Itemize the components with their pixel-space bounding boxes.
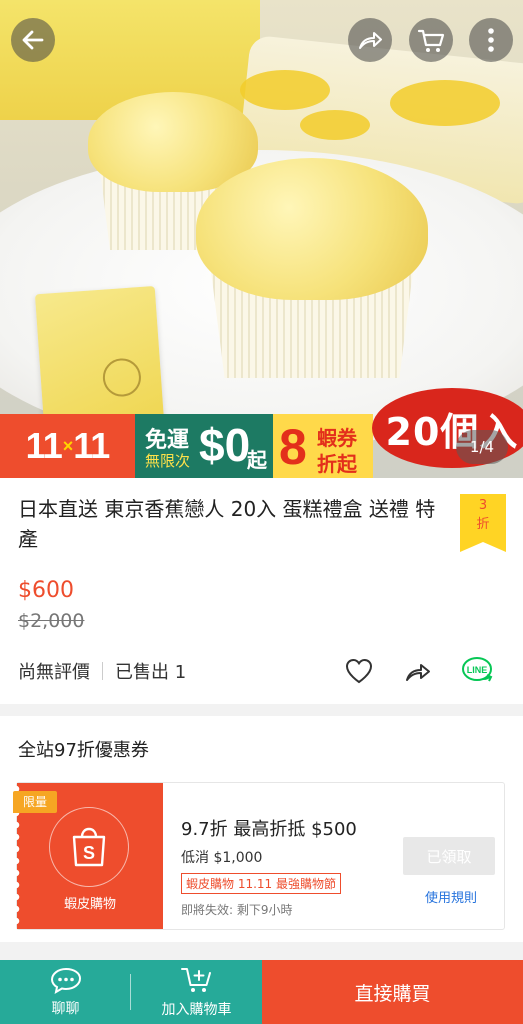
more-button[interactable]	[469, 18, 513, 62]
divider	[130, 974, 131, 1010]
bottom-left-group: 聊聊 加入購物車	[0, 960, 262, 1024]
discount-unit: 折	[476, 517, 490, 532]
svg-text:LINE: LINE	[467, 665, 488, 675]
voucher-section-title: 全站97折優惠券	[18, 740, 149, 761]
share-icon	[359, 32, 382, 49]
claimed-button[interactable]: 已領取	[403, 837, 495, 875]
bottom-action-bar: 聊聊 加入購物車 直接購買	[0, 960, 523, 1024]
voucher-card[interactable]: S 蝦皮購物 限量 9.7折 最高折抵 $500 低消 $1,000 蝦皮購物 …	[13, 782, 505, 930]
cake-image	[196, 158, 428, 380]
rating-text[interactable]: 尚無評價	[18, 658, 90, 684]
more-vertical-icon	[488, 28, 494, 52]
cart-icon	[417, 29, 445, 52]
add-cart-icon	[180, 968, 211, 992]
event-number: 11	[73, 425, 110, 466]
coupon-label: 蝦券	[317, 426, 357, 450]
share-product-button[interactable]	[401, 654, 435, 688]
product-title: 日本直送 東京香蕉戀人 20入 蛋糕禮盒 送禮 特產	[18, 497, 436, 551]
chat-label: 聊聊	[51, 1001, 80, 1017]
chat-icon	[50, 967, 81, 994]
discount-badge: 3 折	[460, 494, 506, 552]
like-button[interactable]	[342, 654, 376, 688]
voucher-expiry: 即將失效: 剩下9小時	[181, 903, 293, 917]
chat-button[interactable]: 聊聊	[0, 960, 131, 1024]
double-eleven-badge: 11 × 11	[0, 414, 135, 478]
buy-now-button[interactable]: 直接購買	[262, 960, 523, 1024]
product-image-carousel[interactable]: 11 × 11 免運 無限次 $0 起 8 蝦券 折起 20個入 1/4	[0, 0, 523, 478]
product-stats: 尚無評價 已售出 1	[18, 658, 186, 684]
coupon-discount-label: 折起	[317, 452, 357, 476]
cart-button[interactable]	[409, 18, 453, 62]
shopee-logo: S	[49, 807, 129, 887]
product-page: 11 × 11 免運 無限次 $0 起 8 蝦券 折起 20個入 1/4 日本直送 …	[0, 0, 523, 1024]
product-info: 日本直送 東京香蕉戀人 20入 蛋糕禮盒 送禮 特產 3 折 $600 $2,0…	[0, 478, 523, 704]
line-icon: LINE	[462, 657, 493, 682]
event-separator: ×	[62, 435, 73, 456]
line-share-button[interactable]: LINE	[461, 654, 495, 688]
heart-icon	[345, 658, 373, 684]
wrapper-dot	[390, 80, 500, 126]
coupon-number: 8	[279, 419, 307, 475]
discount-number: 3	[478, 498, 488, 513]
usage-rules-link[interactable]: 使用規則	[425, 887, 477, 906]
from-label: 起	[247, 448, 267, 472]
image-pager: 1/4	[456, 430, 508, 464]
share-icon	[406, 664, 430, 681]
voucher-headline: 9.7折 最高折抵 $500	[181, 819, 357, 840]
shopping-bag-icon: S	[72, 827, 106, 867]
free-shipping-badge: 免運 無限次 $0 起	[135, 414, 273, 478]
add-to-cart-label: 加入購物車	[161, 1002, 232, 1018]
arrow-left-icon	[22, 30, 44, 50]
back-button[interactable]	[11, 18, 55, 62]
voucher-min-spend: 低消 $1,000	[181, 850, 263, 866]
voucher-brand-label: 蝦皮購物	[63, 897, 116, 912]
original-price: $2,000	[18, 610, 85, 632]
price: $600	[18, 578, 74, 603]
svg-text:S: S	[83, 843, 95, 863]
coupon-badge: 8 蝦券 折起	[273, 414, 373, 478]
voucher-section: 全站97折優惠券 S 蝦皮購物 限量 9.7折 最高折抵 $500 低消 $1,…	[0, 716, 523, 942]
shipping-amount: $0	[199, 419, 251, 471]
voucher-event-tag: 蝦皮購物 11.11 最強購物節	[181, 873, 341, 894]
divider	[102, 662, 103, 680]
sold-count: 已售出 1	[115, 662, 187, 683]
event-number: 11	[25, 425, 63, 466]
wrapper-dot	[300, 110, 370, 140]
limited-badge: 限量	[13, 791, 58, 813]
unlimited-label: 無限次	[145, 452, 191, 470]
add-to-cart-button[interactable]: 加入購物車	[131, 960, 262, 1024]
share-button[interactable]	[348, 18, 392, 62]
